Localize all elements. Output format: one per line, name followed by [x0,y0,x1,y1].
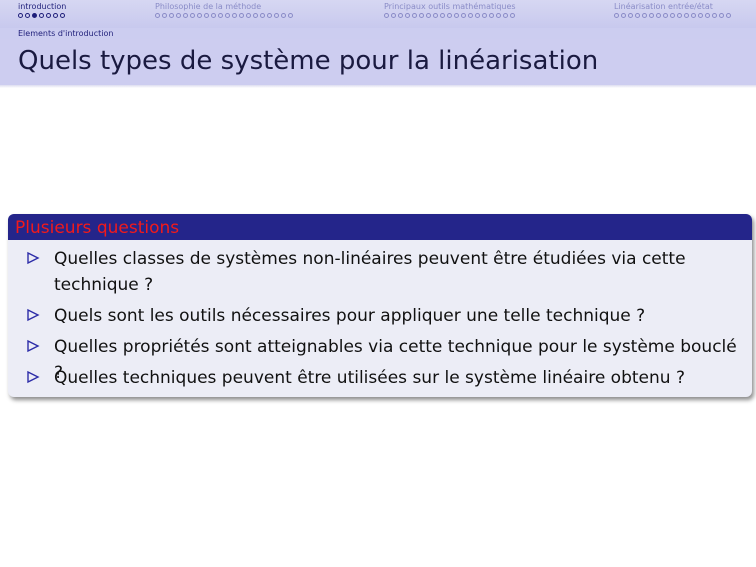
nav-slide-dot[interactable] [273,13,279,19]
nav-slide-dot[interactable] [175,13,182,19]
frame-title: Quels types de système pour la linéarisa… [18,46,599,76]
nav-slide-dot[interactable] [210,13,217,19]
nav-slide-dot[interactable] [704,13,710,19]
nav-slide-dot[interactable] [439,13,446,19]
nav-slide-dot[interactable] [280,13,286,19]
nav-section-title[interactable]: Philosophie de la méthode [155,2,293,11]
list-item-text: Quels sont les outils nécessaires pour a… [54,306,646,326]
nav-slide-dot[interactable] [676,13,683,19]
nav-slide-dot[interactable] [24,13,31,19]
nav-slide-dots [614,13,731,19]
nav-slide-dot[interactable] [697,13,703,19]
nav-slide-dot[interactable] [259,13,265,19]
nav-slide-dot[interactable] [669,13,676,19]
nav-slide-dot[interactable] [189,13,196,19]
nav-slide-dot[interactable] [390,13,397,19]
nav-slide-dot[interactable] [627,13,634,19]
nav-slide-dot[interactable] [182,13,189,19]
nav-section-outils[interactable]: Principaux outils mathématiques [384,2,516,19]
nav-slide-dot[interactable] [641,13,648,19]
nav-section-title[interactable]: Principaux outils mathématiques [384,2,516,11]
nav-slide-dot[interactable] [502,13,508,19]
title-divider [0,85,756,88]
section-navigation-bar: introduction Philosophie de la méthode P… [0,0,756,28]
nav-slide-dot[interactable] [634,13,641,19]
nav-slide-dot[interactable] [45,13,52,19]
nav-slide-dots [155,13,293,19]
nav-slide-dots [18,13,66,19]
nav-slide-dot[interactable] [59,13,66,19]
subsection-bar: Elements d'introduction [0,28,756,39]
nav-section-title[interactable]: introduction [18,2,66,11]
nav-slide-dot[interactable] [620,13,627,19]
nav-slide-dot[interactable] [411,13,418,19]
nav-slide-dot[interactable] [397,13,404,19]
nav-slide-dot[interactable] [404,13,411,19]
nav-slide-dot[interactable] [196,13,203,19]
nav-slide-dot[interactable] [718,13,724,19]
nav-slide-dot[interactable] [446,13,453,19]
nav-slide-dot[interactable] [467,13,473,19]
nav-slide-dot-current[interactable] [31,13,38,19]
nav-slide-dot[interactable] [38,13,45,19]
nav-section-philosophie[interactable]: Philosophie de la méthode [155,2,293,19]
list-item-text: Quelles classes de systèmes non-linéaire… [54,249,686,295]
nav-slide-dot[interactable] [725,13,731,19]
nav-slide-dot[interactable] [168,13,175,19]
nav-slide-dot[interactable] [384,13,390,19]
nav-slide-dot[interactable] [614,13,620,19]
questions-block: Plusieurs questions Quelles classes de s… [8,214,752,397]
nav-slide-dot[interactable] [655,13,662,19]
nav-slide-dot[interactable] [711,13,717,19]
nav-slide-dot[interactable] [287,13,293,19]
nav-slide-dot[interactable] [245,13,251,19]
nav-slide-dot[interactable] [418,13,425,19]
nav-slide-dot[interactable] [203,13,210,19]
nav-slide-dot[interactable] [460,13,467,19]
nav-slide-dot[interactable] [488,13,494,19]
nav-slide-dot[interactable] [238,13,244,19]
nav-slide-dot[interactable] [266,13,272,19]
block-header: Plusieurs questions [8,214,752,240]
nav-slide-dots [384,13,516,19]
nav-slide-dot[interactable] [224,13,231,19]
nav-slide-dot[interactable] [648,13,655,19]
triangle-bullet-icon [27,339,40,353]
block-title: Plusieurs questions [15,218,180,238]
nav-slide-dot[interactable] [481,13,487,19]
nav-slide-dot[interactable] [425,13,432,19]
nav-slide-dot[interactable] [662,13,669,19]
nav-section-title[interactable]: Linéarisation entrée/état [614,2,731,11]
nav-slide-dot[interactable] [52,13,59,19]
nav-slide-dot[interactable] [690,13,697,19]
nav-slide-dot[interactable] [683,13,690,19]
nav-slide-dot[interactable] [453,13,460,19]
nav-slide-dot[interactable] [495,13,501,19]
nav-slide-dot[interactable] [155,13,161,19]
subsection-title[interactable]: Elements d'introduction [18,29,113,38]
triangle-bullet-icon [27,308,40,322]
triangle-bullet-icon [27,370,40,384]
nav-slide-dot[interactable] [217,13,224,19]
nav-slide-dot[interactable] [474,13,480,19]
nav-slide-dot[interactable] [509,13,515,19]
nav-slide-dot[interactable] [161,13,168,19]
nav-section-linearisation[interactable]: Linéarisation entrée/état [614,2,731,19]
nav-slide-dot[interactable] [18,13,24,19]
nav-section-introduction[interactable]: introduction [18,2,66,19]
triangle-bullet-icon [27,251,40,265]
nav-slide-dot[interactable] [252,13,258,19]
list-item-text: Quelles techniques peuvent être utilisée… [54,368,685,388]
nav-slide-dot[interactable] [231,13,238,19]
nav-slide-dot[interactable] [432,13,439,19]
